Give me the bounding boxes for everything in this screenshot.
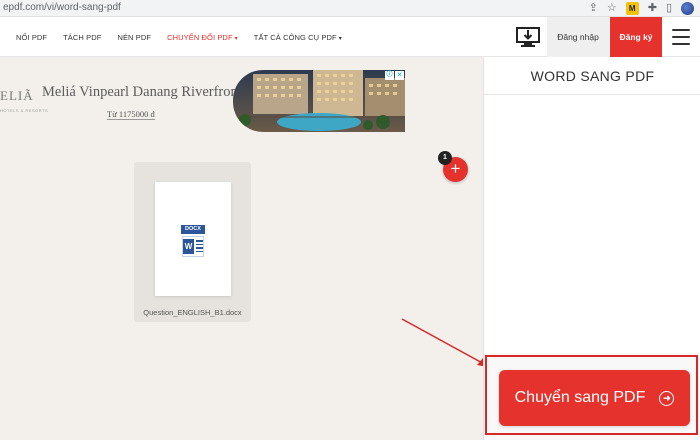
puzzle-icon[interactable]: ✚: [648, 3, 657, 14]
convert-to-pdf-button[interactable]: Chuyển sang PDF ➜: [499, 370, 690, 426]
ad-info-icon[interactable]: ⓘ: [385, 71, 394, 80]
nav-split-pdf[interactable]: TÁCH PDF: [63, 33, 101, 42]
chevron-down-icon: ▾: [234, 35, 238, 42]
extension-badge-icon[interactable]: M: [625, 2, 639, 15]
nav-convert-pdf[interactable]: CHUYỂN ĐỔI PDF ▾: [167, 33, 238, 42]
file-name: Question_ENGLISH_B1.docx: [143, 308, 242, 317]
desktop-download-icon: [516, 27, 540, 47]
convert-button-label: Chuyển sang PDF: [514, 389, 646, 406]
ad-brand-logo: ELIÃ: [0, 88, 34, 103]
url-text[interactable]: epdf.com/vi/word-sang-pdf: [3, 2, 121, 13]
nav-all-tools[interactable]: TẤT CẢ CÔNG CỤ PDF ▾: [254, 33, 342, 42]
uploaded-file-card[interactable]: DOCX W Question_ENGLISH_B1.docx: [134, 162, 251, 322]
file-thumbnail: DOCX W: [155, 182, 231, 296]
ad-brand-subtitle: HOTELS & RESORTS: [0, 108, 49, 113]
share-icon[interactable]: ⇪: [589, 3, 598, 14]
ad-banner[interactable]: ELIÃ HOTELS & RESORTS Meliá Vinpearl Dan…: [0, 70, 406, 132]
sidebar-icon[interactable]: ▯: [666, 3, 672, 14]
nav-merge-pdf[interactable]: NỐI PDF: [16, 33, 47, 42]
ad-close-icon[interactable]: ✕: [395, 71, 404, 80]
nav-compress-pdf[interactable]: NÉN PDF: [117, 33, 151, 42]
file-count-badge: 1: [438, 151, 452, 165]
hotel-building-image: [233, 70, 405, 132]
hamburger-menu-icon[interactable]: [672, 29, 690, 45]
signup-button[interactable]: Đăng ký: [610, 17, 662, 57]
ad-hotel-image[interactable]: ⓘ ✕: [233, 70, 405, 132]
star-icon[interactable]: ☆: [607, 3, 617, 14]
site-header: NỐI PDF TÁCH PDF NÉN PDF CHUYỂN ĐỔI PDF ▾…: [0, 17, 700, 57]
profile-avatar[interactable]: [681, 2, 694, 15]
browser-address-bar[interactable]: epdf.com/vi/word-sang-pdf ⇪ ☆ M ✚ ▯: [0, 0, 700, 17]
browser-toolbar-icons: ⇪ ☆ M ✚ ▯: [589, 0, 700, 17]
ad-price[interactable]: Từ 1175000 đ: [107, 109, 155, 120]
main-nav: NỐI PDF TÁCH PDF NÉN PDF CHUYỂN ĐỔI PDF ▾…: [16, 17, 358, 57]
file-type-label: DOCX: [181, 225, 205, 234]
arrow-right-circle-icon: ➜: [659, 390, 675, 406]
ad-title[interactable]: Meliá Vinpearl Danang Riverfront: [42, 84, 242, 101]
docx-file-icon: DOCX W: [181, 225, 205, 259]
login-button[interactable]: Đăng nhập: [547, 17, 609, 57]
chevron-down-icon: ▾: [338, 35, 342, 42]
desktop-download-button[interactable]: [512, 23, 544, 51]
word-logo-icon: W: [183, 239, 194, 254]
tool-side-panel: WORD SANG PDF Chuyển sang PDF ➜: [483, 57, 700, 440]
panel-title: WORD SANG PDF: [484, 57, 700, 95]
